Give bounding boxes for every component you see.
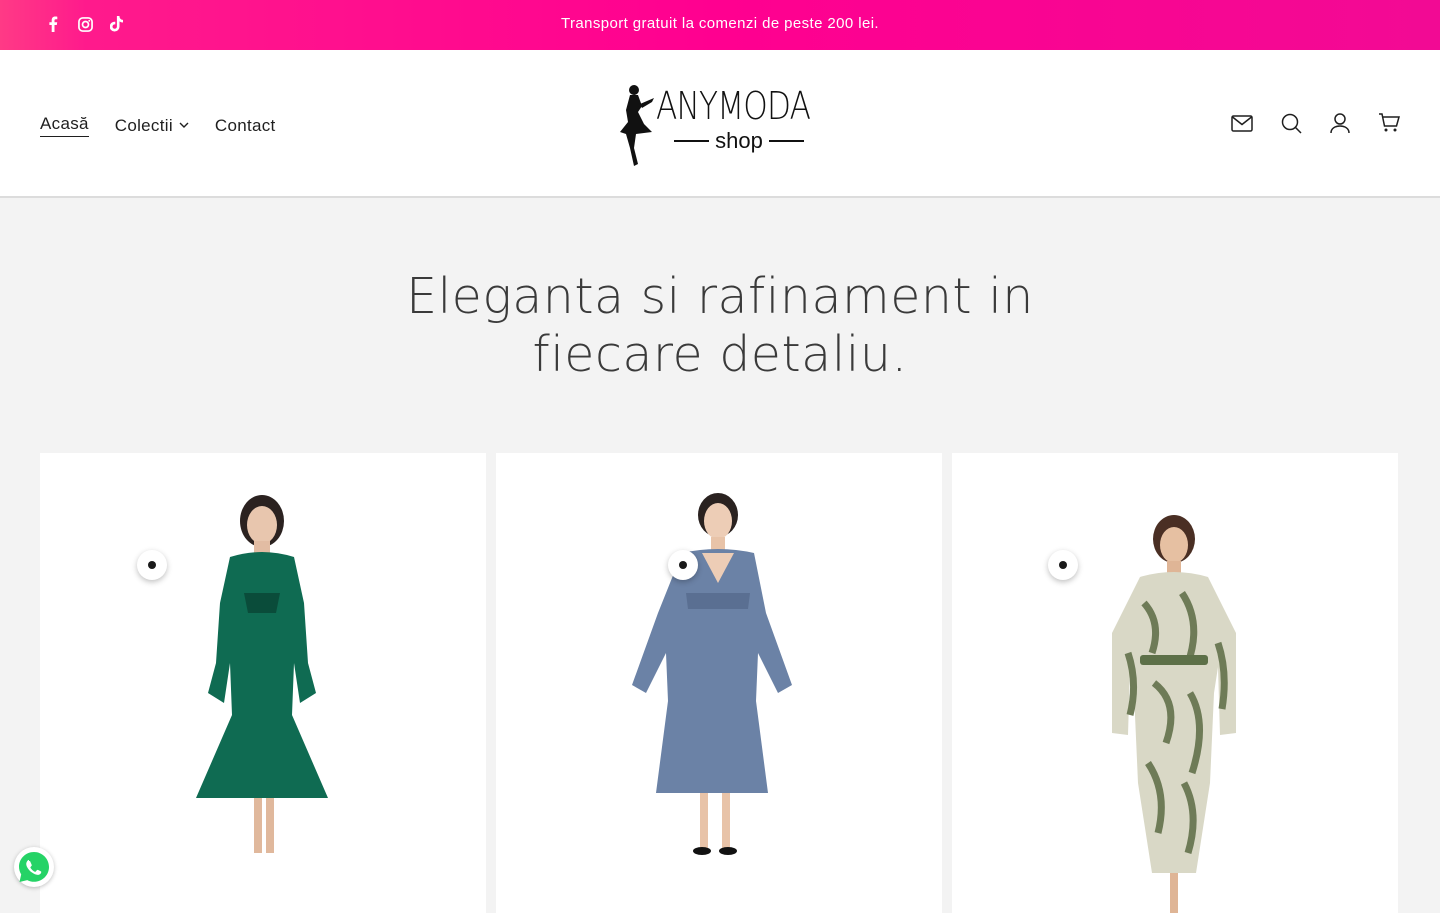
nav-item-collections[interactable]: Colectii xyxy=(115,116,189,136)
account-icon[interactable] xyxy=(1329,112,1351,134)
product-card[interactable] xyxy=(40,453,486,913)
nav-item-label: Acasă xyxy=(40,114,89,133)
logo-wordmark: ANYMODA xyxy=(656,84,811,128)
hotspot-button[interactable] xyxy=(1048,550,1078,580)
nav-item-contact[interactable]: Contact xyxy=(215,116,276,136)
mail-icon[interactable] xyxy=(1231,112,1253,134)
nav-item-label: Colectii xyxy=(114,115,173,135)
nav-item-home[interactable]: Acasă xyxy=(40,114,89,137)
product-card[interactable] xyxy=(496,453,942,913)
cart-icon[interactable] xyxy=(1378,112,1400,134)
product-grid xyxy=(40,453,1398,913)
hero-title: Eleganta si rafinament in fiecare detali… xyxy=(406,268,1034,383)
site-header: Acasă Colectii Contact ANYMODA shop xyxy=(0,50,1440,198)
whatsapp-chat-button[interactable] xyxy=(14,847,54,887)
nav-item-label: Contact xyxy=(214,115,276,135)
product-image-blue-dress xyxy=(632,493,792,855)
chevron-down-icon xyxy=(179,122,189,128)
header-icons xyxy=(1231,112,1400,134)
silhouette-logo-icon xyxy=(620,85,654,166)
product-image-zebra-dress xyxy=(1112,515,1236,913)
search-icon[interactable] xyxy=(1280,112,1302,134)
whatsapp-icon xyxy=(19,852,49,882)
main-nav: Acasă Colectii Contact xyxy=(40,114,276,137)
hotspot-button[interactable] xyxy=(668,550,698,580)
logo-subtext-row: shop xyxy=(674,128,804,154)
logo-subtext: shop xyxy=(715,128,763,153)
announcement-bar: Transport gratuit la comenzi de peste 20… xyxy=(0,0,1440,50)
product-image-green-dress xyxy=(196,495,328,853)
hotspot-button[interactable] xyxy=(137,550,167,580)
product-card[interactable] xyxy=(952,453,1398,913)
site-logo[interactable]: ANYMODA shop xyxy=(612,78,828,168)
announcement-text: Transport gratuit la comenzi de peste 20… xyxy=(560,15,879,32)
